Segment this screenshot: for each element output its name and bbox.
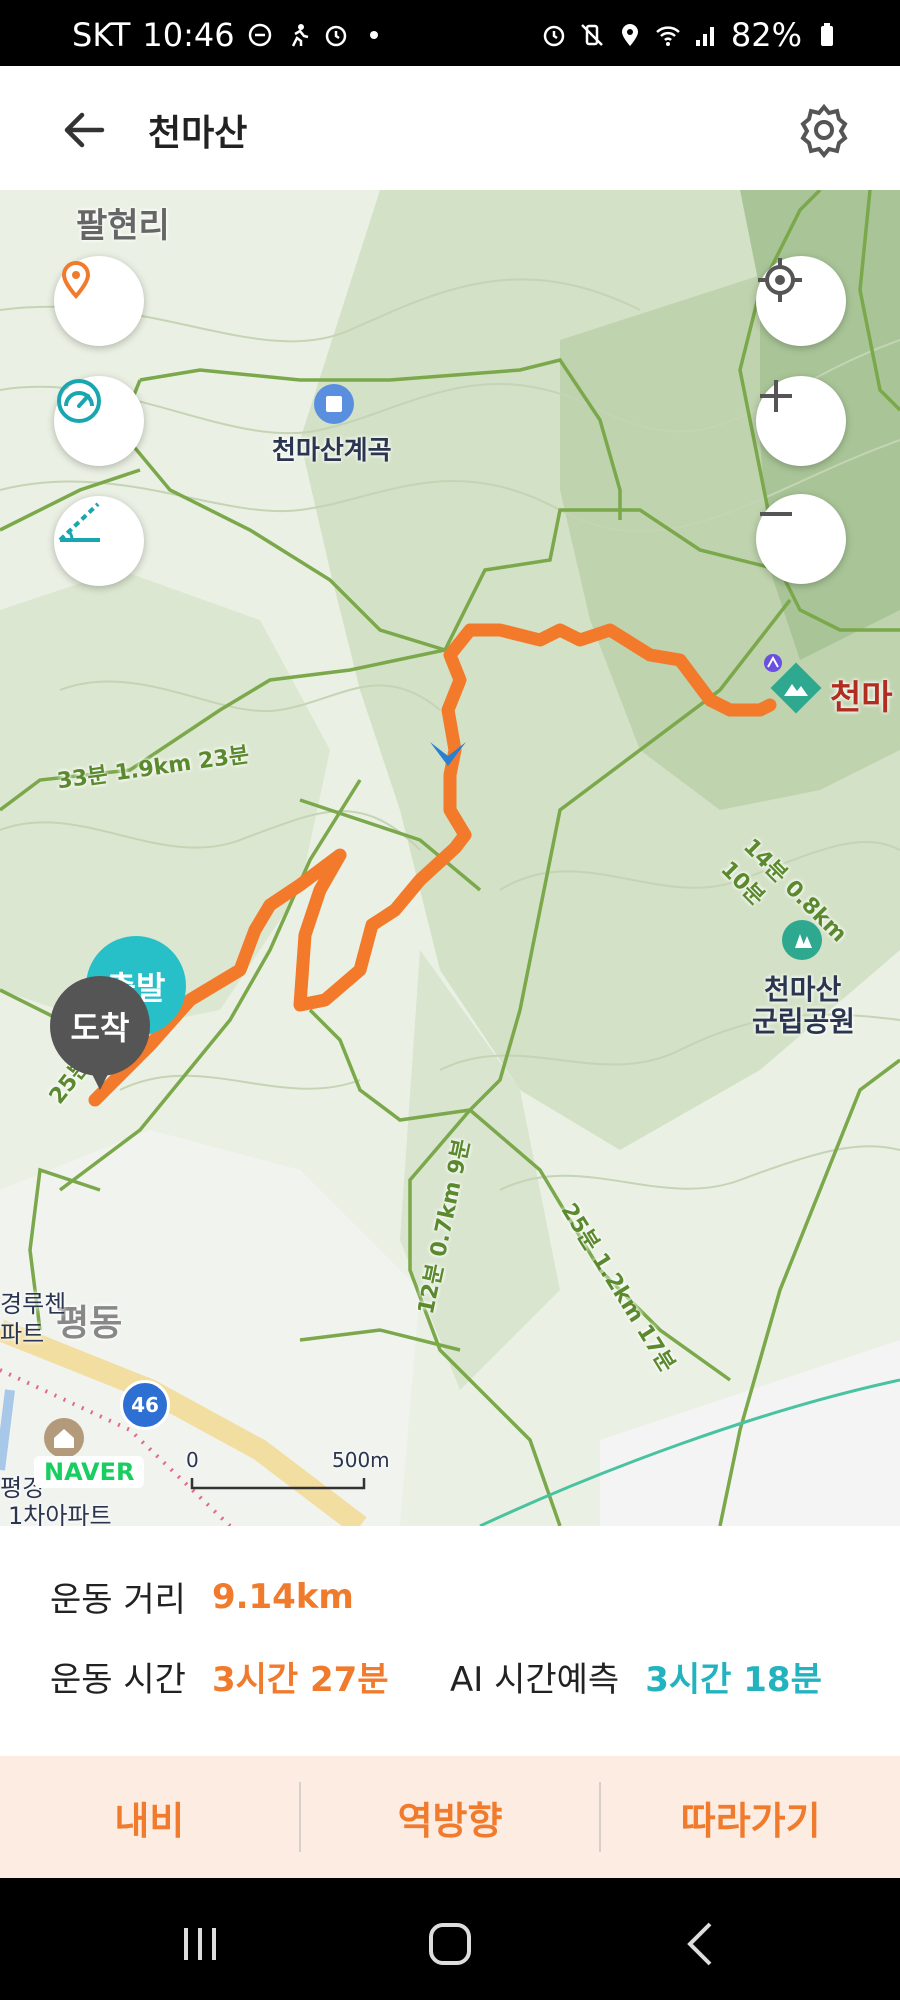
- carrier-label: SKT: [72, 16, 131, 54]
- system-nav-bar: [0, 1878, 900, 2000]
- summit-dot-icon: [764, 654, 782, 672]
- speedometer-icon: [57, 379, 101, 423]
- signal-icon: [695, 27, 714, 46]
- back-icon[interactable]: [672, 1914, 732, 1974]
- distance-row: 운동 거리 9.14km: [50, 1572, 354, 1621]
- speed-button[interactable]: [54, 376, 144, 466]
- action-bar: 내비 역방향 따라가기: [0, 1756, 900, 1878]
- valley-poi-icon: [314, 384, 354, 424]
- map-label-apt2: 파트: [0, 1320, 45, 1348]
- alarm-icon: [543, 25, 565, 47]
- stats-panel: 운동 거리 9.14km 운동 시간 3시간 27분 AI 시간예측 3시간 1…: [0, 1526, 900, 1756]
- dot-icon: [369, 31, 378, 39]
- map-label-park-2: 군립공원: [752, 1005, 856, 1038]
- crosshair-icon: [758, 258, 802, 302]
- map-label-palhyeonri: 팔현리: [76, 206, 170, 246]
- route-number-badge: 46: [120, 1380, 170, 1430]
- reverse-button[interactable]: 역방향: [301, 1756, 600, 1878]
- location-pin-button[interactable]: [54, 256, 144, 346]
- map-view[interactable]: 팔현리 천마산계곡 천마 천마산 군립공원 평동 경루첸 파트 평경 1차아파트…: [0, 190, 900, 1526]
- ai-time-label: AI 시간예측: [450, 1660, 620, 1700]
- status-left: SKT 10:46: [72, 16, 387, 54]
- location-icon: [621, 24, 638, 46]
- map-label-valley: 천마산계곡: [272, 436, 392, 466]
- ai-time-row: AI 시간예측 3시간 18분: [450, 1652, 822, 1701]
- follow-button[interactable]: 따라가기: [601, 1756, 900, 1878]
- map-label-peak: 천마: [830, 678, 893, 718]
- slope-icon: [58, 502, 100, 542]
- time-value: 3시간 27분: [211, 1660, 389, 1700]
- vibrate-mute-icon: [580, 24, 603, 46]
- end-marker-pointer: [86, 1062, 114, 1090]
- running-icon: [291, 24, 308, 47]
- end-marker[interactable]: 도착: [50, 976, 150, 1076]
- minus-icon: [760, 512, 792, 516]
- alarm-icon: [325, 25, 346, 47]
- slope-button[interactable]: [54, 496, 144, 586]
- location-pin-icon: [61, 261, 91, 299]
- recent-apps-icon[interactable]: [170, 1914, 230, 1974]
- status-bar: SKT 10:46 82%: [0, 0, 900, 66]
- distance-label: 운동 거리: [50, 1580, 186, 1620]
- clock: 10:46: [142, 16, 235, 54]
- arrow-left-icon[interactable]: [56, 102, 112, 158]
- app-bar: 천마산: [0, 66, 900, 190]
- zoom-in-button[interactable]: [756, 376, 846, 466]
- minus-circle-icon: [248, 23, 271, 47]
- battery-level: 82%: [730, 16, 802, 54]
- distance-value: 9.14km: [211, 1576, 354, 1617]
- naver-logo: NAVER: [34, 1456, 145, 1488]
- scale-max: 500m: [332, 1448, 390, 1472]
- time-label: 운동 시간: [50, 1660, 186, 1700]
- end-label: 도착: [70, 1009, 130, 1047]
- my-location-button[interactable]: [756, 256, 846, 346]
- plus-icon: [760, 380, 792, 412]
- wifi-icon: [656, 26, 680, 46]
- route-number: 46: [131, 1393, 159, 1417]
- apartment-poi-icon: [44, 1418, 84, 1458]
- ai-time-value: 3시간 18분: [645, 1660, 822, 1700]
- scale-zero: 0: [186, 1448, 199, 1472]
- zoom-out-button[interactable]: [756, 494, 846, 584]
- battery-icon: [821, 23, 833, 46]
- map-label-apt4: 1차아파트: [8, 1502, 112, 1526]
- page-title: 천마산: [148, 113, 248, 154]
- navi-button[interactable]: 내비: [0, 1756, 299, 1878]
- time-row: 운동 시간 3시간 27분: [50, 1652, 389, 1701]
- home-icon[interactable]: [420, 1914, 480, 1974]
- gear-icon[interactable]: [796, 102, 852, 158]
- status-right: 82%: [541, 16, 840, 54]
